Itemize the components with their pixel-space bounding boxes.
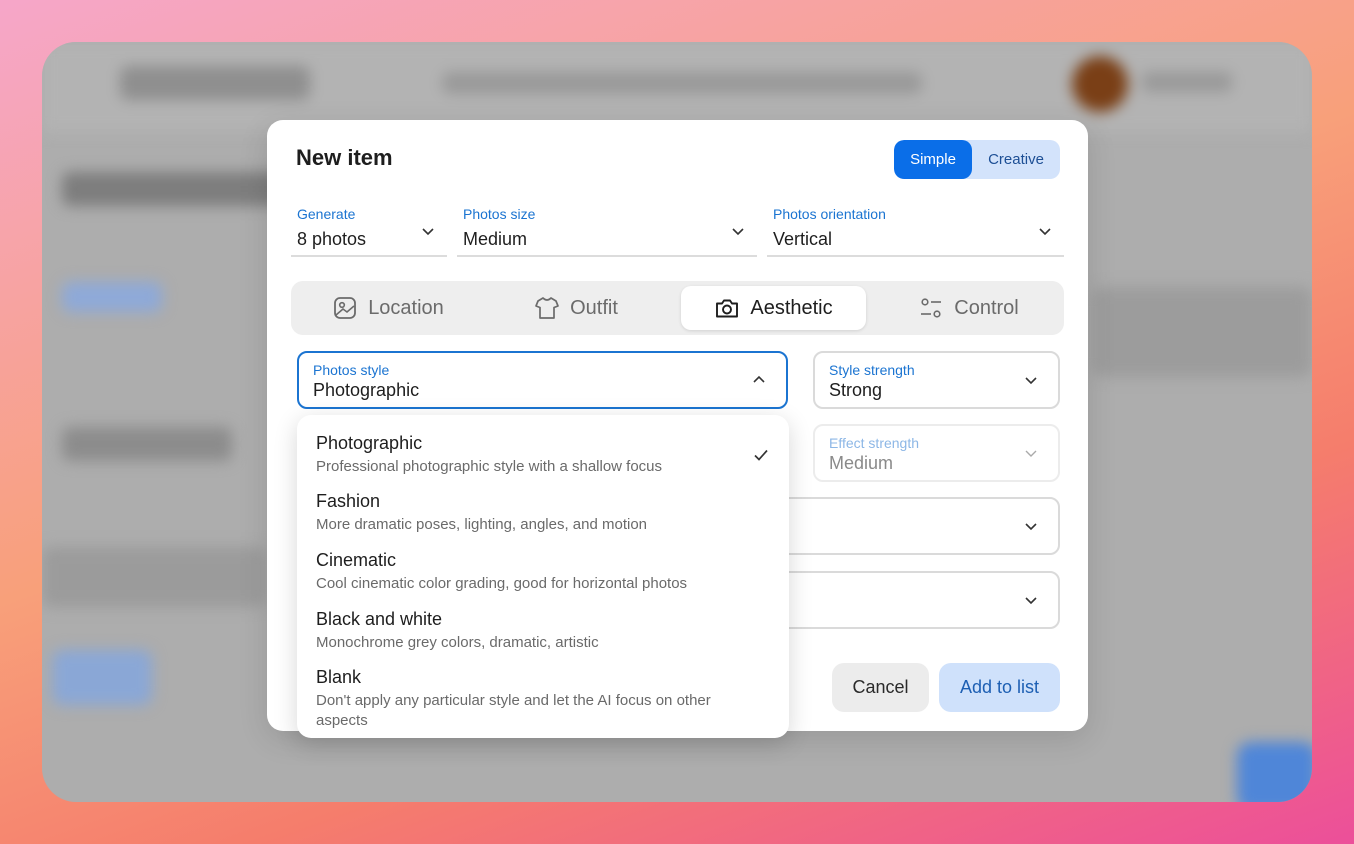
photos-size-select[interactable]: Photos size Medium: [457, 202, 757, 257]
photos-orientation-select[interactable]: Photos orientation Vertical: [767, 202, 1064, 257]
add-to-list-button[interactable]: Add to list: [939, 663, 1060, 712]
blurred-block: [42, 547, 267, 607]
tab-outfit-label: Outfit: [570, 296, 618, 319]
blurred-chip: [62, 282, 162, 312]
blurred-logo: [120, 66, 310, 100]
tab-location-label: Location: [368, 296, 444, 319]
tab-control[interactable]: Control: [881, 286, 1056, 330]
dialog-title: New item: [296, 145, 393, 170]
chevron-down-icon: [732, 228, 744, 236]
option-description: Professional photographic style with a s…: [316, 458, 663, 475]
blurred-panel: [1092, 287, 1312, 377]
photos-style-select[interactable]: Photos style Photographic: [297, 351, 788, 409]
photos-style-dropdown: Photographic Professional photographic s…: [297, 415, 789, 738]
chevron-down-icon: [1025, 450, 1037, 457]
chevron-down-icon: [1025, 597, 1037, 605]
effect-strength-value: Medium: [829, 453, 894, 473]
blurred-nav: [442, 72, 922, 94]
blurred-button: [52, 650, 152, 705]
settings-tabs: Location Outfit Aesthetic Control: [291, 281, 1064, 335]
generate-select[interactable]: Generate 8 photos: [291, 202, 447, 257]
effect-strength-label: Effect strength: [829, 435, 920, 451]
hidden-select-2[interactable]: [747, 571, 1060, 629]
style-strength-select[interactable]: Style strength Strong: [813, 351, 1060, 409]
tab-control-label: Control: [954, 296, 1019, 319]
option-title: Cinematic: [316, 550, 397, 570]
option-description: Cool cinematic color grading, good for h…: [316, 575, 688, 592]
chevron-down-icon: [1025, 377, 1037, 385]
tab-aesthetic-label: Aesthetic: [750, 296, 833, 319]
blurred-heading: [62, 172, 292, 206]
cancel-button[interactable]: Cancel: [832, 663, 929, 712]
option-description: More dramatic poses, lighting, angles, a…: [316, 516, 648, 533]
photos-size-value: Medium: [463, 229, 528, 249]
generate-label: Generate: [297, 206, 356, 222]
image-icon: [334, 297, 357, 319]
photos-style-label: Photos style: [313, 362, 390, 378]
effect-strength-select[interactable]: Effect strength Medium: [813, 424, 1060, 482]
mode-toggle: Simple Creative: [894, 140, 1060, 179]
option-title: Fashion: [316, 491, 381, 511]
style-option-blank[interactable]: Blank Don't apply any particular style a…: [297, 667, 789, 737]
avatar: [1072, 56, 1128, 112]
camera-icon: [716, 299, 739, 318]
option-title: Black and white: [316, 609, 443, 629]
sliders-icon: [921, 298, 942, 318]
photos-size-label: Photos size: [463, 206, 536, 222]
blurred-username: [1142, 72, 1232, 92]
chevron-up-icon: [753, 375, 765, 383]
style-option-photographic[interactable]: Photographic Professional photographic s…: [297, 433, 789, 491]
tab-outfit[interactable]: Outfit: [491, 286, 661, 330]
tab-aesthetic[interactable]: Aesthetic: [681, 286, 866, 330]
hidden-select-1[interactable]: [747, 497, 1060, 555]
option-title: Blank: [316, 667, 362, 687]
blurred-subheading: [62, 427, 232, 461]
chevron-down-icon: [1039, 228, 1051, 236]
photos-style-value: Photographic: [313, 380, 420, 400]
tab-location[interactable]: Location: [303, 286, 473, 330]
option-description: Monochrome grey colors, dramatic, artist…: [316, 634, 599, 651]
style-option-black-and-white[interactable]: Black and white Monochrome grey colors, …: [297, 609, 789, 667]
photos-orientation-value: Vertical: [773, 229, 833, 249]
style-strength-value: Strong: [829, 380, 883, 400]
creative-mode-button[interactable]: Creative: [972, 140, 1060, 179]
option-title: Photographic: [316, 433, 423, 453]
chevron-down-icon: [422, 228, 434, 236]
option-description: Don't apply any particular style and let…: [316, 692, 711, 729]
blurred-fab: [1237, 742, 1312, 802]
simple-mode-button[interactable]: Simple: [894, 140, 972, 179]
style-strength-label: Style strength: [829, 362, 915, 378]
check-icon: [754, 449, 768, 461]
shirt-icon: [535, 297, 559, 319]
style-option-fashion[interactable]: Fashion More dramatic poses, lighting, a…: [297, 491, 789, 549]
chevron-down-icon: [1025, 523, 1037, 531]
style-option-cinematic[interactable]: Cinematic Cool cinematic color grading, …: [297, 550, 789, 608]
photos-orientation-label: Photos orientation: [773, 206, 886, 222]
generate-value: 8 photos: [297, 229, 367, 249]
